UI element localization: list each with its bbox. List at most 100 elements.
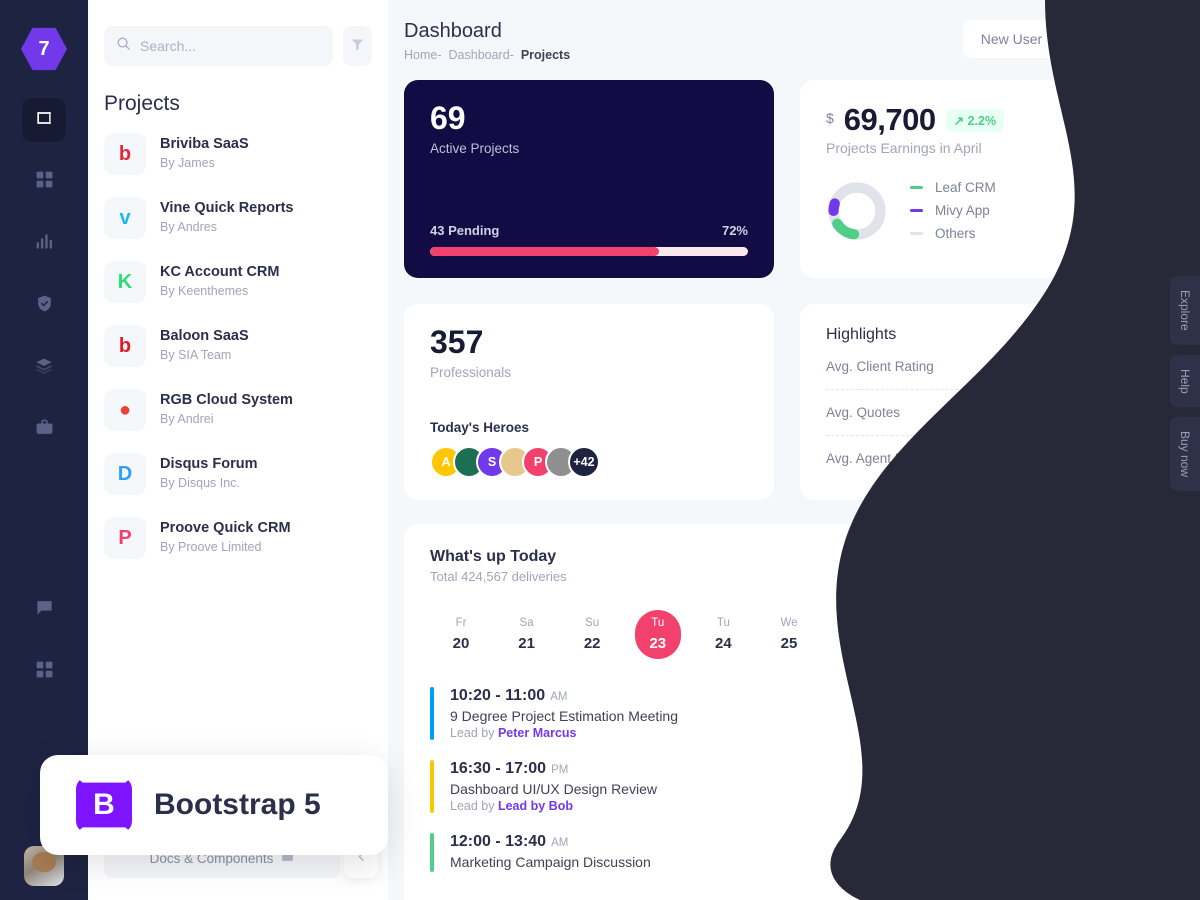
search-icon — [116, 36, 131, 56]
rail-item-layers[interactable] — [22, 346, 66, 390]
day-cell[interactable]: Fri 27 — [897, 610, 943, 659]
event-view-button[interactable]: View — [1084, 770, 1148, 803]
project-author: By Andrei — [160, 412, 214, 427]
report-center-button[interactable]: Report Cecnter — [1027, 548, 1148, 582]
breadcrumb-item[interactable]: Home- — [404, 48, 442, 62]
day-cell[interactable]: Tu 23 — [634, 610, 681, 659]
filter-button[interactable] — [343, 26, 372, 66]
day-name: Su — [585, 617, 600, 629]
day-number: 28 — [977, 635, 995, 652]
day-number: 27 — [911, 635, 929, 652]
project-author: By SIA Team — [160, 348, 232, 363]
event-row: 12:00 - 13:40 AM Marketing Campaign Discus… — [430, 823, 1148, 882]
edge-tab-buy-now[interactable]: Buy now — [1170, 417, 1200, 492]
day-cell[interactable]: Tu 24 — [700, 610, 746, 659]
panel-title: Projects — [104, 92, 180, 115]
rail-item-security[interactable] — [22, 284, 66, 328]
project-name: RGB Cloud System — [160, 392, 293, 409]
day-cell[interactable]: Fr 20 — [438, 610, 484, 659]
rail-item-analytics[interactable] — [22, 222, 66, 266]
day-name: Fr — [455, 617, 467, 629]
event-view-button[interactable]: View — [1084, 697, 1148, 730]
day-name: Fri — [913, 617, 927, 629]
highlight-value: 730 — [1116, 404, 1140, 421]
event-view-button[interactable]: View — [1084, 836, 1148, 869]
legend-label: Leaf CRM — [935, 180, 996, 195]
project-list-item[interactable]: P Proove Quick CRM By Proove Limited — [104, 506, 372, 570]
legend-color-dash — [910, 232, 923, 235]
day-cell[interactable]: Su 29 — [1028, 610, 1074, 659]
project-list-item[interactable]: b Briviba SaaS By James — [104, 122, 372, 186]
briefcase-icon — [35, 418, 54, 442]
highlight-value-group: ↗ 7.8/10 — [1081, 358, 1148, 375]
rail-item-cube[interactable] — [22, 98, 66, 142]
edge-tab-explore[interactable]: Explore — [1170, 276, 1200, 345]
breadcrumb: Home- Dashboard- Projects — [404, 48, 570, 62]
project-list-item[interactable]: b Baloon SaaS By SIA Team — [104, 314, 372, 378]
project-list-item[interactable]: ● RGB Cloud System By Andrei — [104, 378, 372, 442]
day-number: 20 — [452, 635, 470, 652]
project-list-item[interactable]: v Vine Quick Reports By Andres — [104, 186, 372, 250]
day-cell[interactable]: Mo 30 — [1094, 610, 1140, 659]
project-name: KC Account CRM — [160, 264, 280, 281]
day-strip: Fr 20 Sa 21 Su 22 Tu 23 Tu 24 We 25 Th 26 Fri 27 Sa 28 Su 2… — [430, 610, 1148, 659]
day-cell[interactable]: Sa 28 — [963, 610, 1009, 659]
day-cell[interactable]: Su 22 — [569, 610, 615, 659]
active-projects-count: 69 — [430, 100, 466, 136]
page-title: Dashboard — [404, 20, 502, 42]
event-lead-person[interactable]: Lead by Bob — [498, 799, 573, 813]
day-cell[interactable]: Sa 21 — [504, 610, 550, 659]
new-goal-button[interactable]: New Goal — [1070, 20, 1174, 58]
breadcrumb-item[interactable]: Projects — [521, 48, 570, 62]
day-cell[interactable]: Th 26 — [832, 610, 878, 659]
rail-item-briefcase[interactable] — [22, 408, 66, 452]
grid-icon — [35, 170, 54, 194]
earnings-amount: 69,700 — [843, 102, 936, 137]
rail-item-grid-bottom[interactable] — [22, 650, 66, 694]
project-list-item[interactable]: D Disqus Forum By Disqus Inc. — [104, 442, 372, 506]
bar-chart-icon — [35, 232, 54, 256]
app-logo[interactable]: 7 — [21, 27, 67, 71]
professionals-card: 357 Professionals Today's Heroes A S P +42 — [404, 304, 774, 500]
highlight-row: Avg. Agent Earnings ↗ $2,309 — [826, 436, 1148, 481]
event-time: 10:20 - 11:00 AM — [450, 687, 568, 704]
whats-up-header: What's up Today Total 424,567 deliveries… — [430, 548, 1148, 584]
topbar-actions: New User New Goal — [962, 20, 1174, 58]
project-logo-icon: v — [104, 197, 146, 239]
earnings-donut-chart — [828, 181, 886, 240]
project-text: Proove Quick CRM By Proove Limited — [160, 519, 291, 556]
shield-check-icon — [35, 294, 54, 318]
professionals-count: 357 — [430, 324, 484, 360]
search-input[interactable] — [140, 38, 321, 54]
event-lead: Lead by Peter Marcus — [450, 726, 577, 740]
trend-arrow-icon: ↗ — [1077, 450, 1090, 466]
legend-label: Mivy App — [935, 203, 990, 218]
highlights-card: Highlights Avg. Client Rating ↗ 7.8/10 Avg.… — [800, 304, 1174, 500]
project-list-item[interactable]: K KC Account CRM By Keenthemes — [104, 250, 372, 314]
earnings-legend-row: Mivy App $2,820 — [910, 199, 1148, 222]
whats-up-today-card: What's up Today Total 424,567 deliveries… — [404, 524, 1174, 900]
rail-item-chat[interactable] — [22, 588, 66, 632]
topbar: Dashboard Home- Dashboard- Projects New Us… — [388, 0, 1200, 62]
project-logo-icon: D — [104, 453, 146, 495]
search-box[interactable] — [104, 26, 333, 66]
event-lead-person[interactable]: Peter Marcus — [498, 726, 577, 740]
edge-tab-help[interactable]: Help — [1170, 354, 1200, 408]
pending-label: 43 Pending — [430, 223, 500, 238]
new-user-button[interactable]: New User — [962, 20, 1061, 58]
event-row: 10:20 - 11:00 AM 9 Degree Project Estimati… — [430, 677, 1148, 750]
cube-icon — [34, 108, 54, 133]
rail-item-grid[interactable] — [22, 160, 66, 204]
whats-up-subtitle: Total 424,567 deliveries — [430, 569, 567, 584]
whats-up-title: What's up Today — [430, 548, 557, 565]
rail-item-extra-1[interactable] — [22, 712, 66, 756]
day-cell[interactable]: We 25 — [766, 610, 812, 659]
highlight-value: $2,309 — [1097, 450, 1140, 467]
events-list: 10:20 - 11:00 AM 9 Degree Project Estimati… — [430, 677, 1148, 882]
breadcrumb-item[interactable]: Dashboard- — [449, 48, 514, 62]
earnings-card: $ 69,700 ↗ 2.2% Projects Earnings in Apr… — [800, 80, 1174, 278]
highlights-rows: Avg. Client Rating ↗ 7.8/10 Avg. Quotes ↙ 730… — [826, 344, 1148, 481]
trend-arrow-icon: ↗ — [1081, 358, 1094, 374]
event-lead: Lead by Lead by Bob — [450, 799, 573, 813]
hero-avatar[interactable]: +42 — [568, 446, 600, 478]
